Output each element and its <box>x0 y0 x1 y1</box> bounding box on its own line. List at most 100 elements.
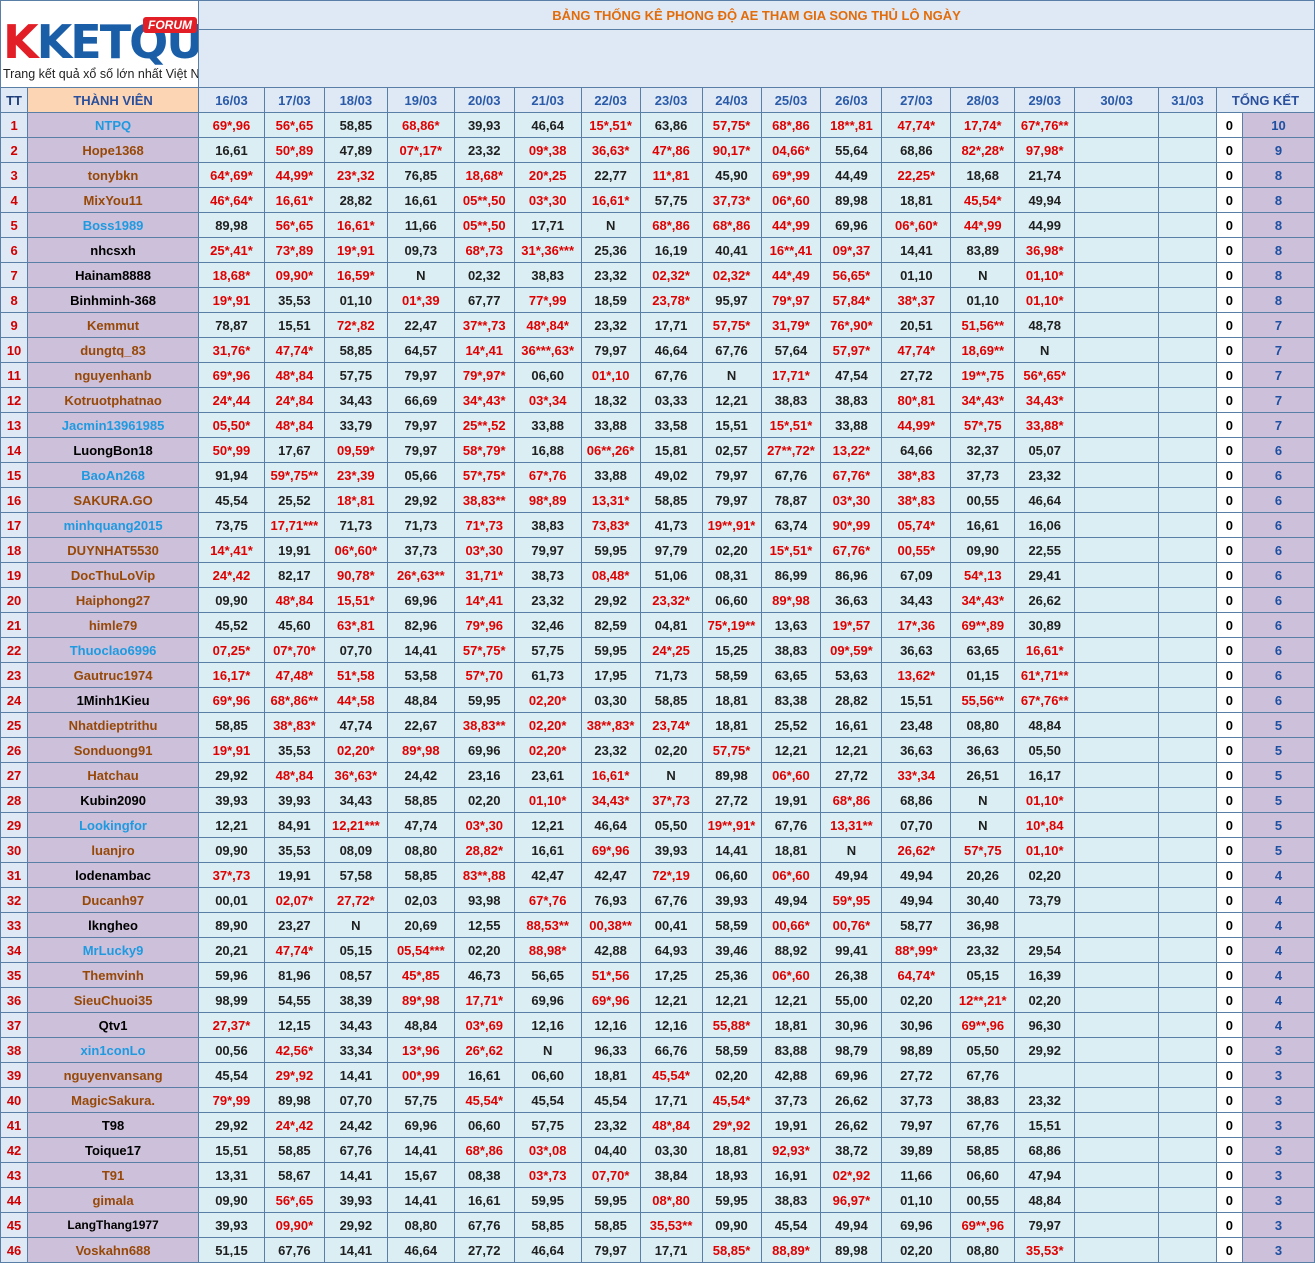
result-cell <box>1158 262 1217 288</box>
result-cell <box>1158 362 1217 388</box>
member-name[interactable]: Thuoclao6996 <box>27 637 199 663</box>
member-name[interactable]: Hainam8888 <box>27 262 199 288</box>
result-cell: 38**,83* <box>580 712 641 738</box>
result-cell: 12,21 <box>760 987 822 1013</box>
member-name[interactable]: T91 <box>27 1162 199 1188</box>
sheet-title: BẢNG THỐNG KÊ PHONG ĐỘ AE THAM GIA SONG … <box>198 0 1315 30</box>
result-cell: 16,61* <box>1014 637 1076 663</box>
result-cell: 67,76 <box>639 887 703 913</box>
member-name[interactable]: Nhatdieptrithu <box>27 712 199 738</box>
result-cell: 42,47 <box>513 862 582 888</box>
result-cell: 20,21 <box>198 937 265 963</box>
member-name[interactable]: Binhminh-368 <box>27 287 199 313</box>
result-cell <box>1158 587 1217 613</box>
result-cell: 08,38 <box>453 1162 515 1188</box>
member-name[interactable]: minhquang2015 <box>27 512 199 538</box>
member-name[interactable]: lodenambac <box>27 862 199 888</box>
member-name[interactable]: lkngheo <box>27 912 199 938</box>
result-cell: 97,98* <box>1014 137 1076 163</box>
member-name[interactable]: LuongBon18 <box>27 437 199 463</box>
result-cell: 23,48 <box>881 712 952 738</box>
zero-cell: 0 <box>1215 162 1243 188</box>
result-cell <box>1074 662 1160 688</box>
result-cell: 38,83** <box>453 712 515 738</box>
row-number: 41 <box>0 1112 29 1138</box>
member-name[interactable]: Toique17 <box>27 1137 199 1163</box>
member-name[interactable]: Lookingfor <box>27 812 199 838</box>
member-name[interactable]: MixYou11 <box>27 187 199 213</box>
row-number: 45 <box>0 1212 29 1238</box>
result-cell: 22,25* <box>881 162 952 188</box>
result-cell: 03,30 <box>580 687 641 713</box>
member-name[interactable]: NTPQ <box>27 112 199 138</box>
member-name[interactable]: MagicSakura. <box>27 1087 199 1113</box>
member-name[interactable]: SieuChuoi35 <box>27 987 199 1013</box>
result-cell: 14*,41 <box>453 587 515 613</box>
result-cell: 98,89 <box>881 1037 952 1063</box>
member-name[interactable]: Themvinh <box>27 962 199 988</box>
member-name[interactable]: Hope1368 <box>27 137 199 163</box>
member-name[interactable]: LangThang1977 <box>27 1212 199 1238</box>
result-cell: 38,72 <box>820 1137 883 1163</box>
member-name[interactable]: BaoAn268 <box>27 462 199 488</box>
member-name[interactable]: Sonduong91 <box>27 737 199 763</box>
result-cell: 57,97* <box>820 337 883 363</box>
member-name[interactable]: 1Minh1Kieu <box>27 687 199 713</box>
member-name[interactable]: nguyenhanb <box>27 362 199 388</box>
member-name[interactable]: Boss1989 <box>27 212 199 238</box>
result-cell: 36,63* <box>580 137 641 163</box>
member-name[interactable]: MrLucky9 <box>27 937 199 963</box>
result-cell: 12,21 <box>701 387 762 413</box>
member-name[interactable]: DUYNHAT5530 <box>27 537 199 563</box>
member-name[interactable]: Qtv1 <box>27 1012 199 1038</box>
result-cell: 05,07 <box>1014 437 1076 463</box>
result-cell: 08,80 <box>386 1212 455 1238</box>
member-name[interactable]: Gautruc1974 <box>27 662 199 688</box>
result-cell: 58,85 <box>323 337 388 363</box>
member-name[interactable]: T98 <box>27 1112 199 1138</box>
total-cell: 8 <box>1241 187 1315 213</box>
result-cell: 57*,75* <box>453 462 515 488</box>
result-cell: 58,85 <box>263 1137 325 1163</box>
member-name[interactable]: dungtq_83 <box>27 337 199 363</box>
member-name[interactable]: Ducanh97 <box>27 887 199 913</box>
member-name[interactable]: Voskahn688 <box>27 1237 199 1263</box>
row-number: 34 <box>0 937 29 963</box>
result-cell: 38*,83* <box>263 712 325 738</box>
result-cell <box>1074 587 1160 613</box>
result-cell: 02,20 <box>639 737 703 763</box>
total-cell: 4 <box>1241 912 1315 938</box>
result-cell: 33,34 <box>323 1037 388 1063</box>
member-name[interactable]: luanjro <box>27 837 199 863</box>
member-name[interactable]: Haiphong27 <box>27 587 199 613</box>
result-cell: 58,85* <box>701 1237 762 1263</box>
result-cell <box>1074 562 1160 588</box>
member-name[interactable]: DocThuLoVip <box>27 562 199 588</box>
member-name[interactable]: himle79 <box>27 612 199 638</box>
member-name[interactable]: tonybkn <box>27 162 199 188</box>
member-name[interactable]: xin1conLo <box>27 1037 199 1063</box>
result-cell: 47,74* <box>881 337 952 363</box>
result-cell: 23,32 <box>950 937 1016 963</box>
result-cell: 25,36 <box>580 237 641 263</box>
result-cell: 29,92 <box>323 1212 388 1238</box>
zero-cell: 0 <box>1215 737 1243 763</box>
member-name[interactable]: nhcsxh <box>27 237 199 263</box>
member-name[interactable]: Kemmut <box>27 312 199 338</box>
member-name[interactable]: SAKURA.GO <box>27 487 199 513</box>
total-cell: 8 <box>1241 287 1315 313</box>
result-cell: 30,96 <box>881 1012 952 1038</box>
result-cell: 95,97 <box>701 287 762 313</box>
row-number: 19 <box>0 562 29 588</box>
member-name[interactable]: Hatchau <box>27 762 199 788</box>
member-name[interactable]: nguyenvansang <box>27 1062 199 1088</box>
member-name[interactable]: gimala <box>27 1187 199 1213</box>
member-name[interactable]: Kubin2090 <box>27 787 199 813</box>
zero-cell: 0 <box>1215 987 1243 1013</box>
result-cell: 64,66 <box>881 437 952 463</box>
result-cell: 12,21 <box>760 737 822 763</box>
result-cell: 19,91 <box>760 1112 822 1138</box>
member-name[interactable]: Kotruotphatnao <box>27 387 199 413</box>
member-name[interactable]: Jacmin13961985 <box>27 412 199 438</box>
row-number: 18 <box>0 537 29 563</box>
